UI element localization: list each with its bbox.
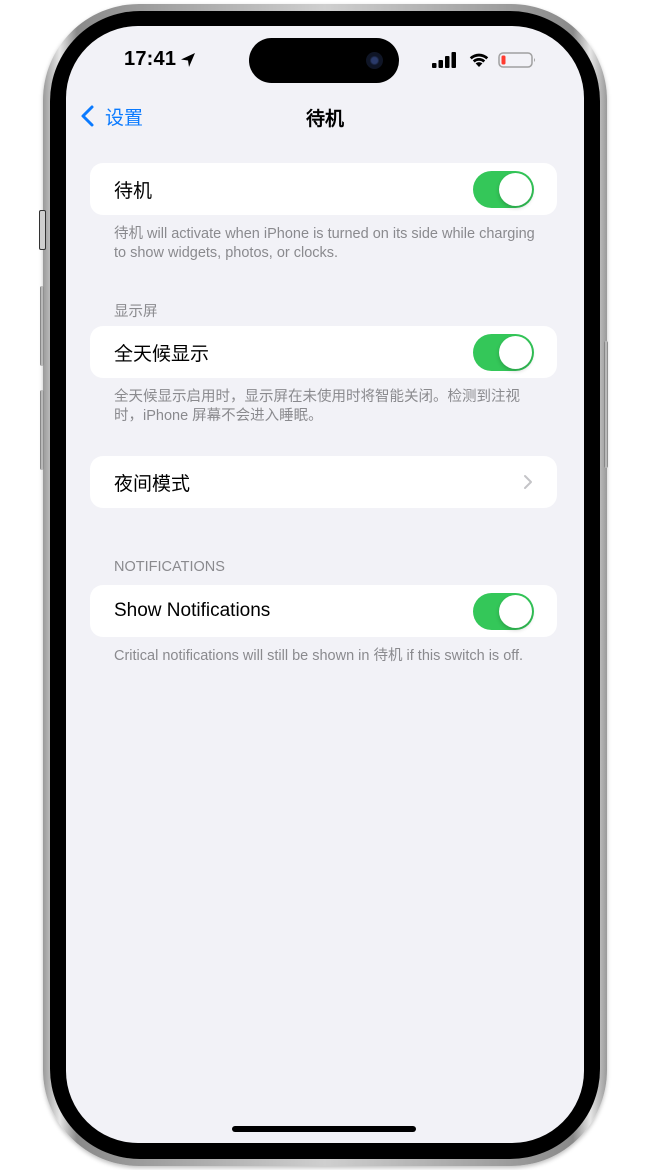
show-notifications-label: Show Notifications <box>114 600 271 621</box>
notifications-section-header: NOTIFICATIONS <box>114 559 225 575</box>
always-on-toggle[interactable] <box>473 334 534 371</box>
show-notifications-toggle[interactable] <box>473 593 534 630</box>
home-indicator[interactable] <box>232 1126 416 1132</box>
always-on-row: 全天候显示 <box>90 326 557 378</box>
always-on-label: 全天候显示 <box>114 343 210 365</box>
display-section-header: 显示屏 <box>114 304 158 320</box>
screen: 17:41 设置 待机 待机 待机 will activate when iPh… <box>66 26 584 1143</box>
cellular-signal-icon <box>432 52 456 68</box>
night-mode-row[interactable]: 夜间模式 <box>90 456 557 508</box>
standby-card: 待机 <box>90 163 557 215</box>
side-button <box>604 341 608 468</box>
always-on-card: 全天候显示 <box>90 326 557 378</box>
notifications-card: Show Notifications <box>90 585 557 637</box>
camera-icon <box>366 52 383 69</box>
standby-row: 待机 <box>90 163 557 215</box>
wifi-icon <box>469 53 489 67</box>
night-mode-label: 夜间模式 <box>114 473 191 495</box>
notifications-footer: Critical notifications will still be sho… <box>114 648 524 664</box>
show-notifications-row: Show Notifications <box>90 585 557 637</box>
volume-up-button <box>40 286 44 366</box>
dynamic-island <box>249 38 399 83</box>
always-on-footer: 全天候显示启用时，显示屏在未使用时将智能关闭。检测到注视时，iPhone 屏幕不… <box>114 389 520 424</box>
location-arrow-icon <box>181 53 195 67</box>
night-mode-card: 夜间模式 <box>90 456 557 508</box>
chevron-right-icon <box>524 475 532 489</box>
standby-footer: 待机 will activate when iPhone is turned o… <box>114 226 535 261</box>
standby-toggle[interactable] <box>473 171 534 208</box>
volume-down-button <box>40 390 44 470</box>
standby-label: 待机 <box>114 180 153 202</box>
battery-low-icon <box>498 52 535 68</box>
page-title: 待机 <box>305 109 344 130</box>
silent-switch <box>39 210 46 250</box>
status-time: 17:41 <box>124 48 177 70</box>
